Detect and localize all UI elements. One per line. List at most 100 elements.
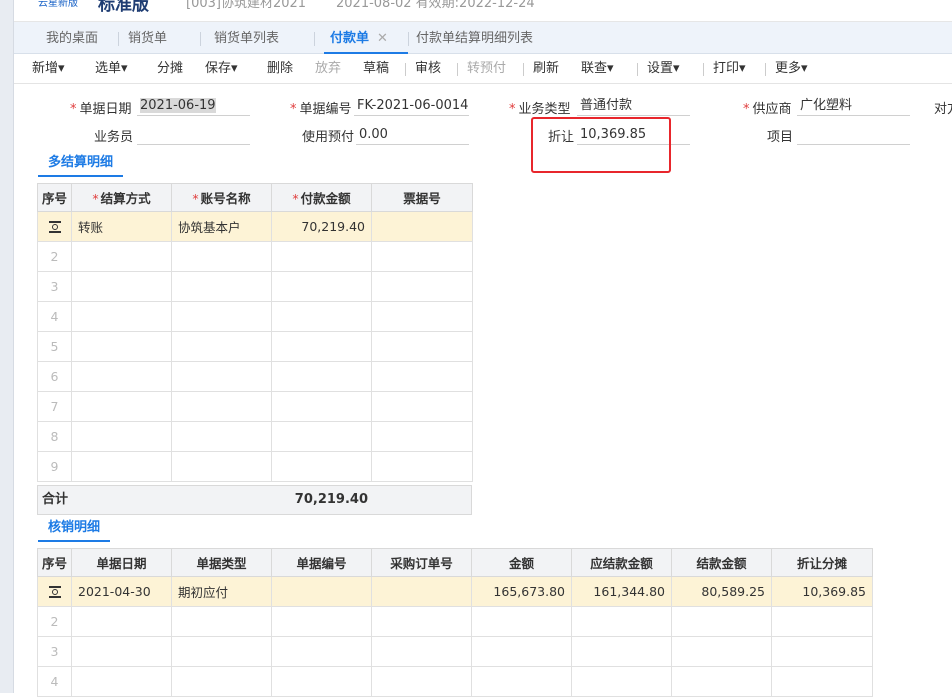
table-cell[interactable] — [771, 666, 873, 697]
table-cell[interactable] — [471, 666, 572, 697]
table-row[interactable]: 2 — [37, 241, 473, 272]
discard-button[interactable]: 放弃 — [315, 54, 341, 84]
save-button[interactable]: 保存▾ — [205, 54, 238, 84]
table-cell[interactable] — [171, 301, 272, 332]
table-cell[interactable] — [171, 666, 272, 697]
tab-sales-list[interactable]: 销货单列表 — [214, 22, 279, 54]
table-cell[interactable] — [171, 636, 272, 667]
convert-prepay-button[interactable]: 转预付 — [467, 54, 506, 84]
table-cell[interactable] — [671, 636, 772, 667]
supplier-field[interactable]: 广化塑料 — [797, 96, 910, 116]
table-row[interactable]: 8 — [37, 421, 473, 452]
table-cell[interactable] — [71, 331, 172, 362]
writeoff-section-tab[interactable]: 核销明细 — [38, 516, 111, 542]
table-cell[interactable] — [771, 636, 873, 667]
table-cell[interactable] — [271, 666, 372, 697]
tab-payment[interactable]: 付款单 ✕ — [324, 22, 408, 55]
audit-button[interactable]: 审核 — [415, 54, 441, 84]
select-order-button[interactable]: 选单▾ — [95, 54, 128, 84]
table-cell[interactable] — [71, 391, 172, 422]
tab-payment-settlement-list[interactable]: 付款单结算明细列表 — [416, 22, 533, 54]
table-cell[interactable] — [371, 606, 472, 637]
table-cell[interactable] — [771, 606, 873, 637]
account-name-cell[interactable]: 协筑基本户 — [171, 211, 272, 242]
settlement-section-tab[interactable]: 多结算明细 — [38, 151, 124, 177]
table-cell[interactable] — [371, 451, 473, 482]
tab-desktop[interactable]: 我的桌面 — [46, 22, 98, 54]
table-cell[interactable] — [71, 301, 172, 332]
table-cell[interactable] — [571, 636, 672, 667]
table-cell[interactable] — [171, 331, 272, 362]
table-cell[interactable] — [171, 606, 272, 637]
table-cell[interactable] — [471, 636, 572, 667]
table-cell[interactable] — [271, 331, 372, 362]
table-cell[interactable] — [371, 331, 473, 362]
table-cell[interactable] — [71, 421, 172, 452]
table-cell[interactable] — [71, 666, 172, 697]
paid-amount-cell[interactable]: 80,589.25 — [671, 576, 772, 607]
table-row[interactable]: 9 — [37, 451, 473, 482]
print-button[interactable]: 打印▾ — [713, 54, 746, 84]
refresh-button[interactable]: 刷新 — [533, 54, 559, 84]
discount-allocation-cell[interactable]: 10,369.85 — [771, 576, 873, 607]
table-cell[interactable] — [71, 271, 172, 302]
use-prepay-field[interactable]: 0.00 — [356, 125, 469, 145]
table-cell[interactable] — [371, 391, 473, 422]
amount-cell[interactable]: 165,673.80 — [471, 576, 572, 607]
po-no-cell[interactable] — [371, 576, 472, 607]
draft-button[interactable]: 草稿 — [363, 54, 389, 84]
allocate-button[interactable]: 分摊 — [157, 54, 183, 84]
tab-sales-order[interactable]: 销货单 — [128, 22, 167, 54]
row-operate-icon[interactable] — [48, 585, 62, 599]
doc-date-field[interactable]: 2021-06-19 — [137, 96, 250, 116]
table-row[interactable]: 2021-04-30 期初应付 165,673.80 161,344.80 80… — [37, 576, 873, 607]
biz-type-select[interactable]: 普通付款 — [577, 96, 690, 116]
table-cell[interactable] — [571, 666, 672, 697]
table-cell[interactable] — [271, 421, 372, 452]
salesman-field[interactable] — [137, 125, 250, 145]
delete-button[interactable]: 删除 — [267, 54, 293, 84]
settings-button[interactable]: 设置▾ — [647, 54, 680, 84]
table-cell[interactable] — [271, 636, 372, 667]
doc-date-cell[interactable]: 2021-04-30 — [71, 576, 172, 607]
table-row[interactable]: 2 — [37, 606, 873, 637]
doc-no-field[interactable]: FK-2021-06-0014 — [354, 96, 469, 116]
table-cell[interactable] — [671, 666, 772, 697]
table-cell[interactable] — [271, 451, 372, 482]
table-cell[interactable] — [371, 241, 473, 272]
table-cell[interactable] — [271, 241, 372, 272]
table-cell[interactable] — [271, 271, 372, 302]
table-cell[interactable] — [271, 606, 372, 637]
table-cell[interactable] — [271, 361, 372, 392]
table-cell[interactable] — [71, 241, 172, 272]
table-cell[interactable] — [71, 361, 172, 392]
table-row[interactable]: 转账 协筑基本户 70,219.40 — [37, 211, 473, 242]
due-amount-cell[interactable]: 161,344.80 — [571, 576, 672, 607]
close-icon[interactable]: ✕ — [377, 31, 388, 46]
doc-no-cell[interactable] — [271, 576, 372, 607]
table-cell[interactable] — [371, 301, 473, 332]
table-cell[interactable] — [371, 636, 472, 667]
settlement-method-cell[interactable]: 转账 — [71, 211, 172, 242]
add-button[interactable]: 新增▾ — [32, 54, 65, 84]
row-handle[interactable] — [37, 211, 72, 242]
table-cell[interactable] — [471, 606, 572, 637]
table-cell[interactable] — [71, 451, 172, 482]
row-handle[interactable] — [37, 576, 72, 607]
table-row[interactable]: 4 — [37, 301, 473, 332]
doc-type-cell[interactable]: 期初应付 — [171, 576, 272, 607]
table-cell[interactable] — [371, 666, 472, 697]
table-row[interactable]: 5 — [37, 331, 473, 362]
table-cell[interactable] — [371, 361, 473, 392]
linked-query-button[interactable]: 联查▾ — [581, 54, 614, 84]
row-operate-icon[interactable] — [48, 220, 62, 234]
table-cell[interactable] — [171, 241, 272, 272]
payment-amount-cell[interactable]: 70,219.40 — [271, 211, 372, 242]
table-cell[interactable] — [171, 421, 272, 452]
table-cell[interactable] — [371, 271, 473, 302]
table-row[interactable]: 3 — [37, 271, 473, 302]
table-cell[interactable] — [71, 606, 172, 637]
table-cell[interactable] — [171, 271, 272, 302]
table-cell[interactable] — [271, 391, 372, 422]
table-cell[interactable] — [171, 361, 272, 392]
